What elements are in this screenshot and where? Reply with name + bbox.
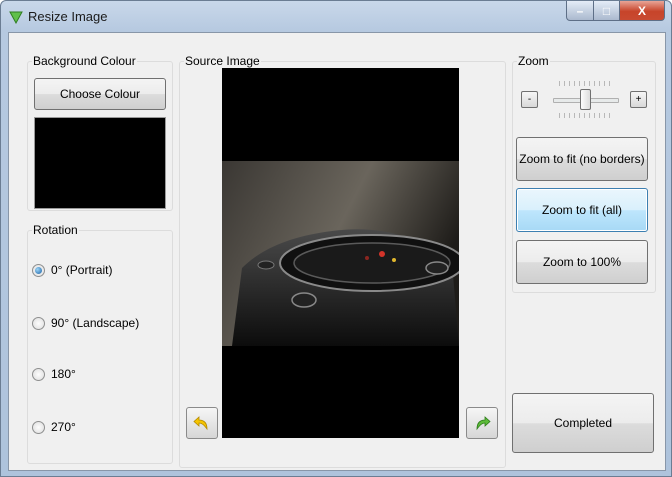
zoom-slider-thumb[interactable]: [580, 89, 591, 110]
zoom-slider-ticks-bottom: [559, 113, 611, 118]
colour-swatch: [34, 117, 166, 209]
window-title: Resize Image: [28, 9, 108, 24]
rotate-left-button[interactable]: [186, 407, 218, 439]
camera-photo-image: [222, 161, 459, 346]
rotate-right-button[interactable]: [466, 407, 498, 439]
minimize-icon: –: [576, 3, 584, 18]
zoom-in-button[interactable]: +: [630, 91, 647, 108]
radio-270-label: 270°: [51, 420, 76, 434]
radio-180-label: 180°: [51, 367, 76, 381]
zoom-fit-no-borders-button[interactable]: Zoom to fit (no borders): [516, 137, 648, 181]
background-colour-group: Background Colour Choose Colour: [27, 54, 173, 211]
zoom-group: Zoom - + Zoom to fit (no borders) Zoom t…: [512, 54, 656, 293]
completed-button[interactable]: Completed: [512, 393, 654, 453]
radio-90-label: 90° (Landscape): [51, 316, 140, 330]
minimize-button[interactable]: –: [566, 1, 594, 21]
minus-icon: -: [527, 93, 532, 105]
source-image-preview[interactable]: [222, 68, 459, 438]
rotation-option-0[interactable]: 0° (Portrait): [32, 263, 112, 277]
radio-270-dot[interactable]: [32, 420, 45, 434]
zoom-out-button[interactable]: -: [521, 91, 538, 108]
resize-image-window: Resize Image – □ X Background Colour Cho…: [0, 0, 672, 477]
zoom-fit-all-button[interactable]: Zoom to fit (all): [516, 188, 648, 232]
title-bar[interactable]: Resize Image – □ X: [1, 1, 671, 31]
radio-180-dot[interactable]: [32, 367, 45, 381]
radio-0-dot[interactable]: [32, 263, 45, 277]
rotation-label: Rotation: [32, 223, 79, 237]
zoom-100-button[interactable]: Zoom to 100%: [516, 240, 648, 284]
plus-icon: +: [635, 93, 642, 105]
app-funnel-icon: [9, 11, 23, 24]
rotation-option-180[interactable]: 180°: [32, 367, 76, 381]
rotation-option-270[interactable]: 270°: [32, 420, 76, 434]
caption-buttons: – □ X: [566, 1, 665, 21]
dialog-client-area: Background Colour Choose Colour Rotation…: [8, 32, 666, 471]
radio-0-label: 0° (Portrait): [51, 263, 113, 277]
rotation-group: Rotation 0° (Portrait) 90° (Landscape) 1…: [27, 223, 173, 464]
radio-90-dot[interactable]: [32, 316, 45, 330]
zoom-slider-ticks-top: [559, 81, 611, 86]
source-image-label: Source Image: [184, 54, 261, 68]
close-button[interactable]: X: [620, 1, 665, 21]
rotation-option-90[interactable]: 90° (Landscape): [32, 316, 139, 330]
background-colour-label: Background Colour: [32, 54, 137, 68]
rotate-right-icon: [476, 416, 491, 431]
rotate-left-icon: [193, 416, 208, 431]
choose-colour-button[interactable]: Choose Colour: [34, 78, 166, 110]
maximize-icon: □: [602, 3, 611, 18]
close-icon: X: [637, 3, 646, 18]
maximize-button[interactable]: □: [594, 1, 620, 21]
zoom-label: Zoom: [517, 54, 550, 68]
source-image-group: Source Image: [179, 54, 506, 468]
